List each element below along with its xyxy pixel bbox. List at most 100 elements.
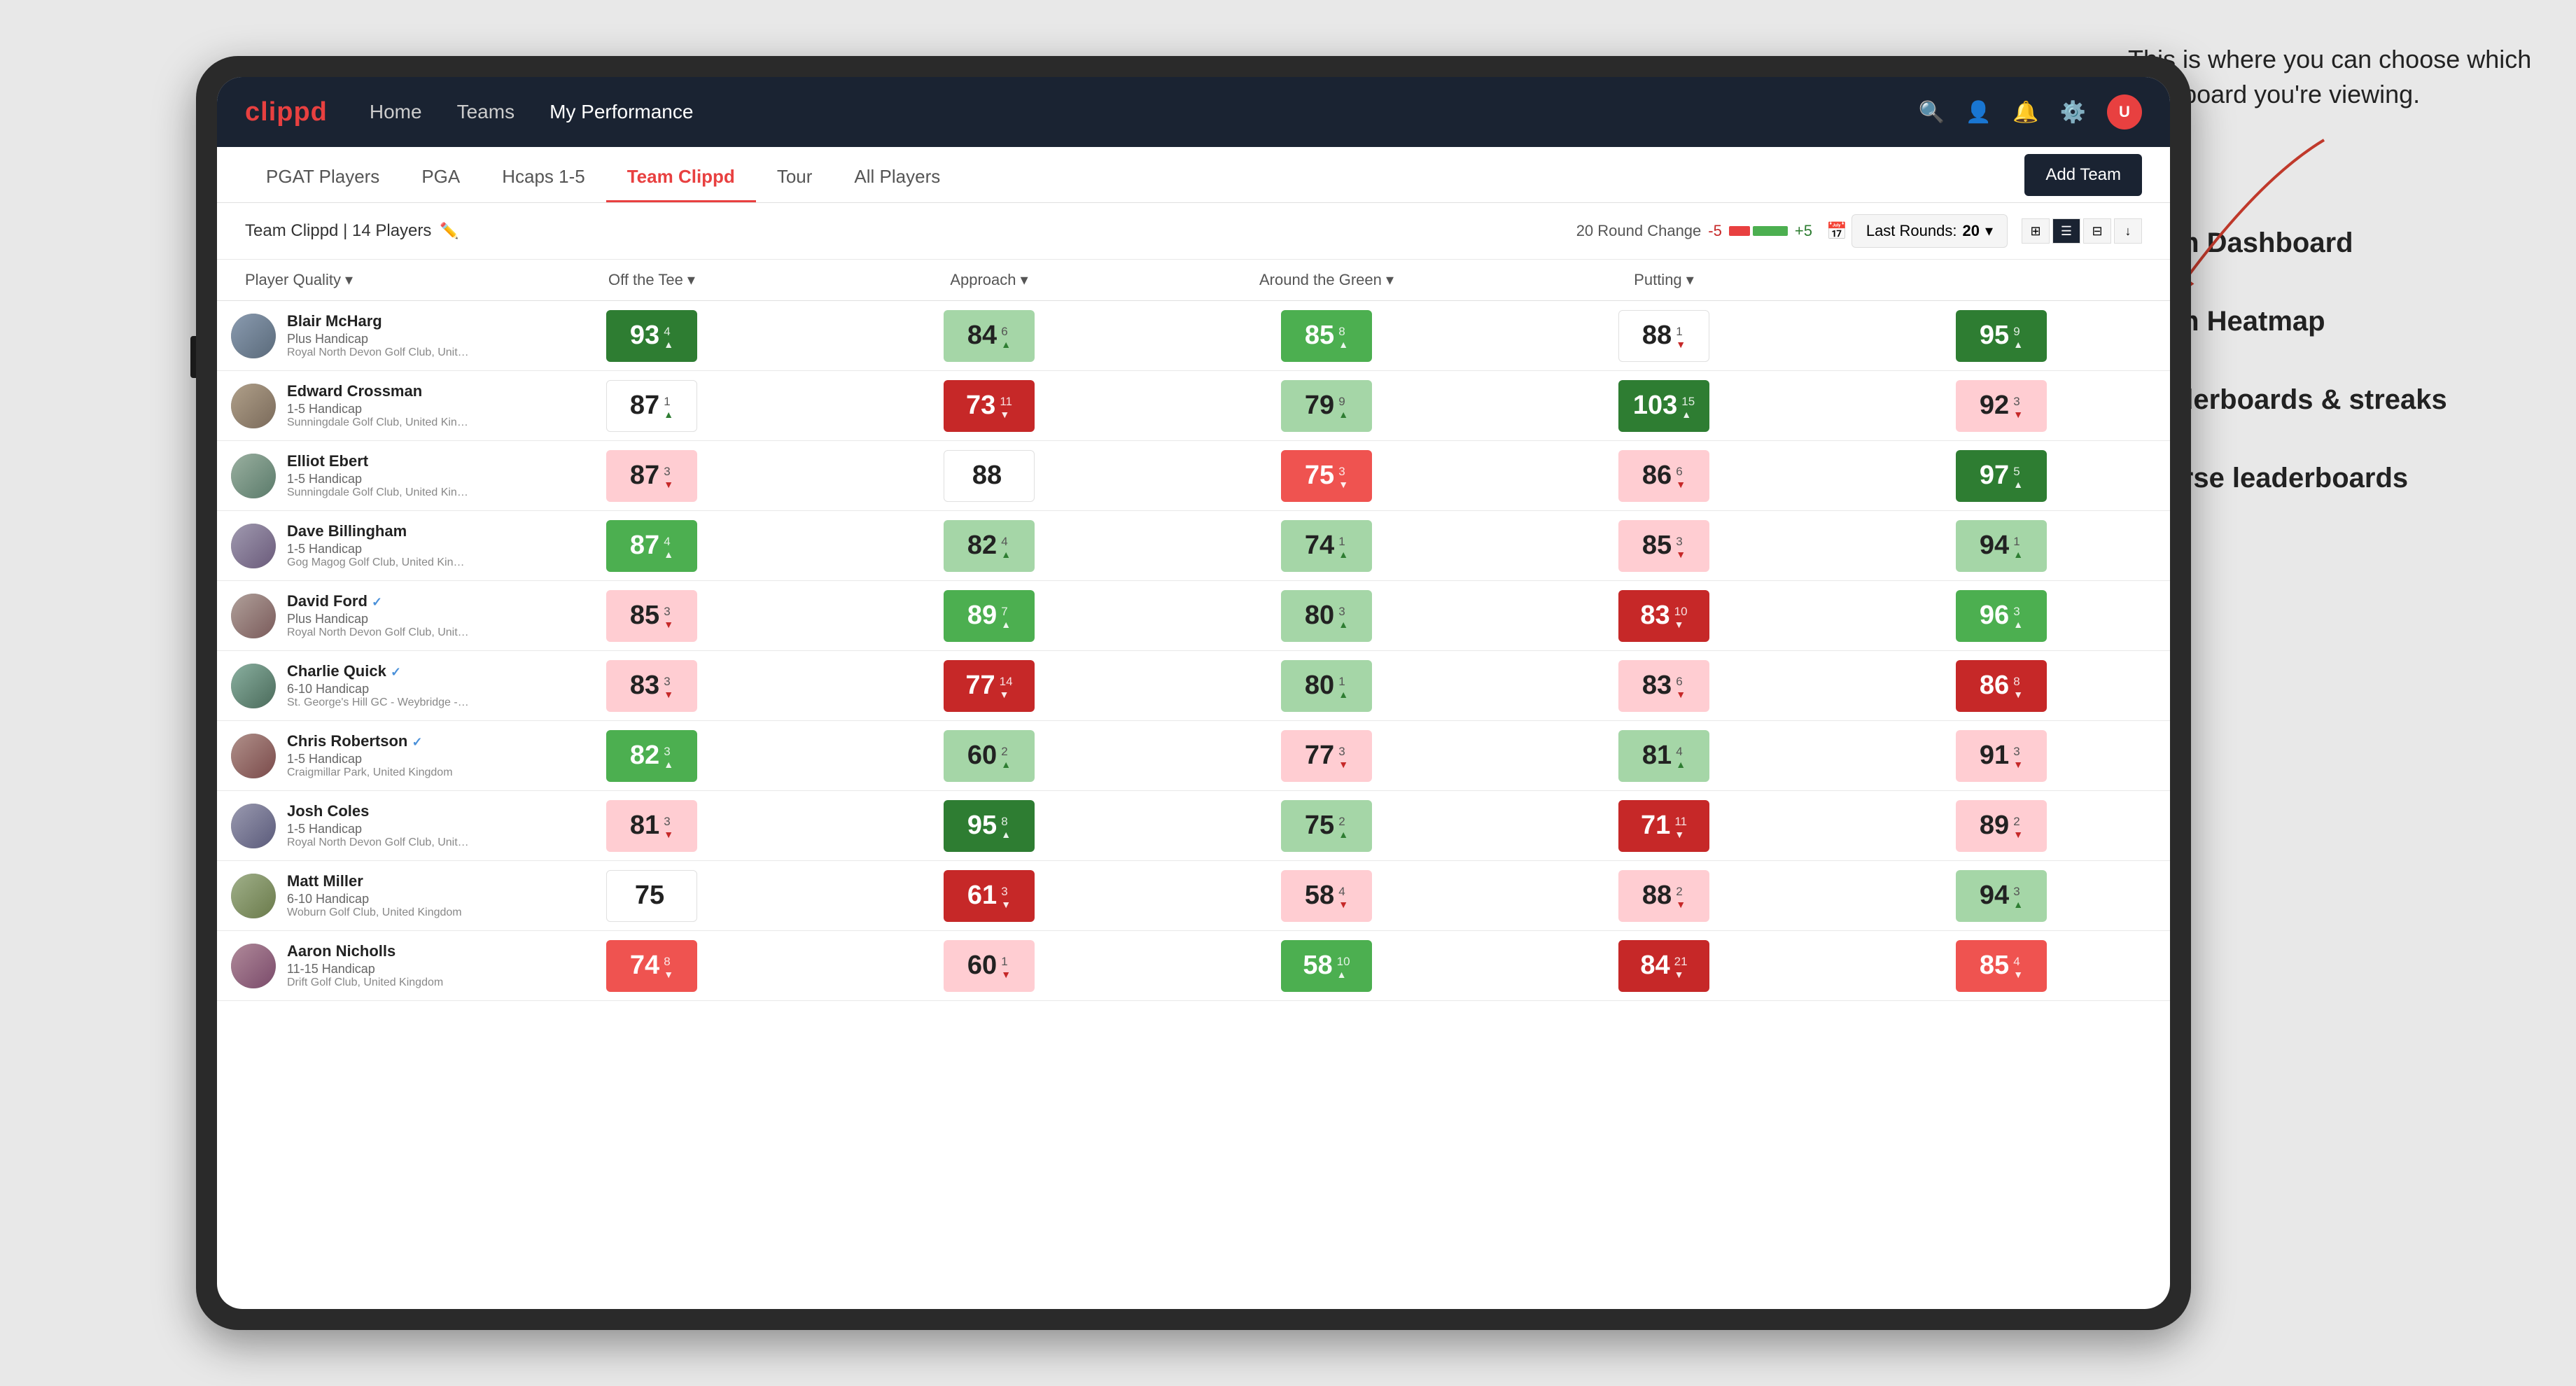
score-value-0-4: 95 [1980,321,2009,351]
user-avatar[interactable]: U [2107,94,2142,130]
player-name-9: Aaron Nicholls [287,942,469,960]
score-change-7-4: 2▼ [2013,815,2023,840]
add-team-button[interactable]: Add Team [2024,154,2142,196]
nav-my-performance[interactable]: My Performance [550,101,693,123]
score-change-9-3: 21▼ [1674,955,1688,980]
player-details-0: Blair McHarg Plus Handicap Royal North D… [287,312,469,359]
player-row[interactable]: Edward Crossman 1-5 Handicap Sunningdale… [217,371,2170,441]
player-row[interactable]: Chris Robertson ✓ 1-5 Handicap Craigmill… [217,721,2170,791]
score-value-8-2: 58 [1305,881,1334,911]
tab-team-clippd[interactable]: Team Clippd [606,147,756,202]
score-box-9-3: 84 21▼ [1618,940,1709,992]
col-player-quality[interactable]: Player Quality ▾ [217,260,483,300]
player-info-2[interactable]: Elliot Ebert 1-5 Handicap Sunningdale Go… [217,441,483,510]
col-approach[interactable]: Approach ▾ [820,260,1158,300]
player-avatar-2 [231,454,276,498]
player-row[interactable]: Matt Miller 6-10 Handicap Woburn Golf Cl… [217,861,2170,931]
score-box-7-3: 71 11▼ [1618,800,1709,852]
player-row[interactable]: Elliot Ebert 1-5 Handicap Sunningdale Go… [217,441,2170,511]
user-icon[interactable]: 👤 [1966,100,1991,125]
score-cell-6-2: 77 3▼ [1158,721,1495,790]
player-details-3: Dave Billingham 1-5 Handicap Gog Magog G… [287,522,469,569]
score-cell-0-4: 95 9▲ [1833,301,2170,370]
score-value-1-3: 103 [1633,391,1677,421]
edit-team-icon[interactable]: ✏️ [440,222,458,240]
player-info-8[interactable]: Matt Miller 6-10 Handicap Woburn Golf Cl… [217,861,483,930]
score-change-3-0: 4▲ [664,535,673,560]
tab-all-players[interactable]: All Players [833,147,961,202]
settings-icon[interactable]: ⚙️ [2060,100,2086,125]
view-table-btn[interactable]: ⊟ [2083,218,2111,244]
verified-icon: ✓ [391,665,401,679]
player-row[interactable]: Blair McHarg Plus Handicap Royal North D… [217,301,2170,371]
player-info-6[interactable]: Chris Robertson ✓ 1-5 Handicap Craigmill… [217,721,483,790]
navbar-icons: 🔍 👤 🔔 ⚙️ U [1919,94,2142,130]
score-change-3-4: 1▲ [2013,535,2023,560]
score-value-9-3: 84 [1640,951,1670,981]
score-change-5-0: 3▼ [664,675,673,700]
score-value-3-1: 82 [967,531,997,561]
score-change-5-1: 14▼ [1000,675,1013,700]
player-row[interactable]: Charlie Quick ✓ 6-10 Handicap St. George… [217,651,2170,721]
tab-pgat-players[interactable]: PGAT Players [245,147,400,202]
score-change-9-4: 4▼ [2013,955,2023,980]
tab-pga[interactable]: PGA [400,147,481,202]
score-box-9-2: 58 10▲ [1281,940,1372,992]
score-cell-8-4: 94 3▲ [1833,861,2170,930]
bell-icon[interactable]: 🔔 [2012,100,2038,125]
tab-tour[interactable]: Tour [756,147,834,202]
nav-teams[interactable]: Teams [457,101,514,123]
score-value-7-4: 89 [1980,811,2009,841]
tab-hcaps[interactable]: Hcaps 1-5 [481,147,606,202]
player-avatar-7 [231,804,276,848]
search-icon[interactable]: 🔍 [1919,100,1945,125]
player-info-0[interactable]: Blair McHarg Plus Handicap Royal North D… [217,301,483,370]
score-value-1-1: 73 [966,391,995,421]
player-row[interactable]: Josh Coles 1-5 Handicap Royal North Devo… [217,791,2170,861]
player-club-1: Sunningdale Golf Club, United Kingdom [287,416,469,429]
player-name-2: Elliot Ebert [287,452,469,470]
player-info-1[interactable]: Edward Crossman 1-5 Handicap Sunningdale… [217,371,483,440]
player-name-3: Dave Billingham [287,522,469,540]
nav-home[interactable]: Home [370,101,422,123]
score-cell-1-0: 87 1▲ [483,371,820,440]
score-box-9-0: 74 8▼ [606,940,697,992]
score-value-0-3: 88 [1642,321,1672,351]
player-info-5[interactable]: Charlie Quick ✓ 6-10 Handicap St. George… [217,651,483,720]
player-row[interactable]: David Ford ✓ Plus Handicap Royal North D… [217,581,2170,651]
player-row[interactable]: Dave Billingham 1-5 Handicap Gog Magog G… [217,511,2170,581]
view-grid-btn[interactable]: ⊞ [2022,218,2050,244]
score-cell-2-0: 87 3▼ [483,441,820,510]
player-info-9[interactable]: Aaron Nicholls 11-15 Handicap Drift Golf… [217,931,483,1000]
col-off-tee[interactable]: Off the Tee ▾ [483,260,820,300]
score-box-6-0: 82 3▲ [606,730,697,782]
score-box-6-1: 60 2▲ [944,730,1035,782]
player-handicap-8: 6-10 Handicap [287,892,469,906]
score-change-1-2: 9▲ [1338,395,1348,420]
score-box-5-3: 83 6▼ [1618,660,1709,712]
player-info-4[interactable]: David Ford ✓ Plus Handicap Royal North D… [217,581,483,650]
col-putting[interactable]: Putting ▾ [1495,260,1833,300]
view-export-btn[interactable]: ↓ [2114,218,2142,244]
verified-icon: ✓ [412,735,422,749]
score-cell-0-0: 93 4▲ [483,301,820,370]
bar-red [1729,226,1750,236]
score-cell-5-4: 86 8▼ [1833,651,2170,720]
player-details-2: Elliot Ebert 1-5 Handicap Sunningdale Go… [287,452,469,499]
player-details-8: Matt Miller 6-10 Handicap Woburn Golf Cl… [287,872,469,919]
app-logo[interactable]: clippd [245,97,328,127]
score-change-0-2: 8▲ [1338,325,1348,350]
col-around-green[interactable]: Around the Green ▾ [1158,260,1495,300]
player-avatar-6 [231,734,276,778]
score-value-2-0: 87 [630,461,659,491]
player-row[interactable]: Aaron Nicholls 11-15 Handicap Drift Golf… [217,931,2170,1001]
player-info-7[interactable]: Josh Coles 1-5 Handicap Royal North Devo… [217,791,483,860]
score-cell-5-2: 80 1▲ [1158,651,1495,720]
view-list-btn[interactable]: ☰ [2052,218,2080,244]
player-info-3[interactable]: Dave Billingham 1-5 Handicap Gog Magog G… [217,511,483,580]
score-cell-2-4: 97 5▲ [1833,441,2170,510]
last-rounds-button[interactable]: Last Rounds: 20 ▾ [1851,214,2008,248]
score-box-1-3: 103 15▲ [1618,380,1709,432]
score-value-3-3: 85 [1642,531,1672,561]
player-club-0: Royal North Devon Golf Club, United King… [287,346,469,359]
